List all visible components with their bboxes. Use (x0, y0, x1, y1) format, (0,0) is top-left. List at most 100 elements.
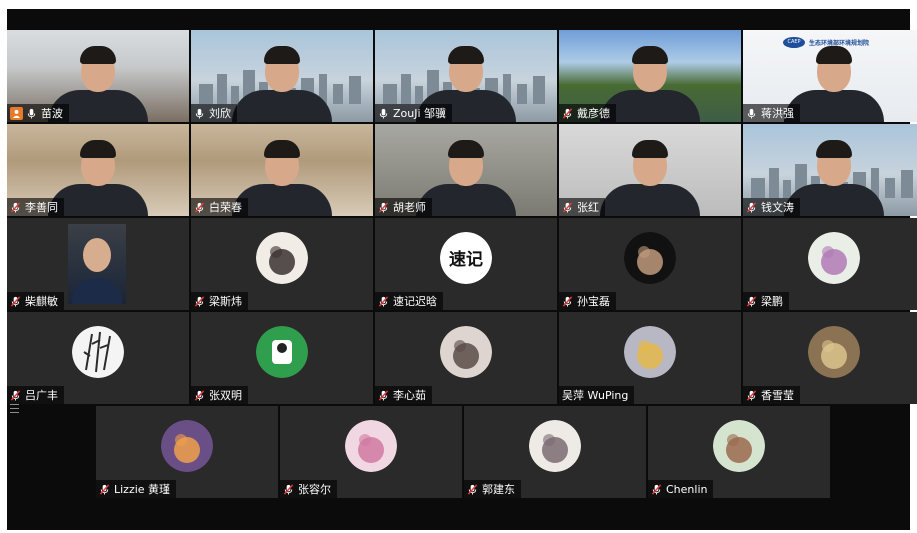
participant-tile[interactable]: 香雪莹 (743, 312, 917, 404)
participant-name: 吕广丰 (25, 389, 58, 402)
participant-tile[interactable]: 张容尔 (280, 406, 462, 498)
participant-tile[interactable]: Chenlin (648, 406, 830, 498)
participant-tile[interactable]: 梁斯炜 (191, 218, 373, 310)
muted-mic-icon (746, 295, 757, 307)
participant-tile[interactable]: ZouJi 邹骥 (375, 30, 557, 122)
participant-name: Lizzie 黄瑾 (114, 483, 171, 496)
participant-namebar: 苗波 (7, 104, 69, 122)
participant-tile[interactable]: 柴麒敏 (7, 218, 189, 310)
bamboo-avatar (72, 326, 124, 378)
couple-avatar (624, 232, 676, 284)
participant-name: 李心茹 (393, 389, 426, 402)
participant-namebar: 速记迟晗 (375, 292, 443, 310)
participant-tile[interactable]: 张红 (559, 124, 741, 216)
participant-name: 苗波 (41, 107, 63, 120)
participant-tile[interactable]: 刘欣 (191, 30, 373, 122)
participant-name: 速记迟晗 (393, 295, 437, 308)
muted-mic-icon (378, 389, 389, 401)
participant-namebar: 白荣春 (191, 198, 248, 216)
portrait-avatar (256, 232, 308, 284)
muted-mic-icon (562, 107, 573, 119)
participant-tile[interactable]: 吕广丰 (7, 312, 189, 404)
muted-mic-icon (99, 483, 110, 495)
participant-person (227, 44, 337, 122)
participant-namebar: Lizzie 黄瑾 (96, 480, 177, 498)
participant-name: 吴萍 WuPing (562, 389, 629, 402)
participant-tile[interactable]: 李心茹 (375, 312, 557, 404)
branch-avatar (529, 420, 581, 472)
girl-avatar (440, 326, 492, 378)
participant-name: 梁斯炜 (209, 295, 242, 308)
participant-namebar: 郭建东 (464, 480, 521, 498)
gallery-layout-icon[interactable] (10, 404, 19, 413)
participant-name: 刘欣 (209, 107, 231, 120)
muted-mic-icon (746, 201, 757, 213)
participant-namebar: 李善同 (7, 198, 64, 216)
participant-tile[interactable]: 速记速记迟晗 (375, 218, 557, 310)
participant-name: 白荣春 (209, 201, 242, 214)
jar-avatar (713, 420, 765, 472)
mic-icon (195, 108, 204, 119)
muted-mic-icon (10, 201, 21, 213)
participant-namebar: 吴萍 WuPing (559, 386, 635, 404)
mic-icon (747, 108, 756, 119)
participant-namebar: 李心茹 (375, 386, 432, 404)
participant-namebar: 胡老师 (375, 198, 432, 216)
participant-namebar: 张容尔 (280, 480, 337, 498)
participant-name: 戴彦德 (577, 107, 610, 120)
mic-icon (379, 108, 388, 119)
user-icon (10, 106, 23, 120)
participant-name: 张容尔 (298, 483, 331, 496)
participant-namebar: 张双明 (191, 386, 248, 404)
participant-name: 蒋洪强 (761, 107, 794, 120)
participant-tile[interactable]: CAEP 生态环境部环境规划院 蒋洪强 (743, 30, 917, 122)
participant-name: 张双明 (209, 389, 242, 402)
muted-mic-icon (194, 389, 205, 401)
flower-pink-avatar (345, 420, 397, 472)
participant-namebar: 柴麒敏 (7, 292, 64, 310)
meeting-gallery-view: 苗波 刘欣 ZouJi 邹骥 戴彦德 CAEP 生态环境部环境规划院 蒋洪强李善同 白荣春 胡老… (7, 9, 917, 530)
muted-mic-icon (283, 483, 294, 495)
participant-tile[interactable]: 苗波 (7, 30, 189, 122)
participant-name: 梁鹏 (761, 295, 783, 308)
profile-photo (68, 224, 126, 304)
participant-namebar: 梁斯炜 (191, 292, 248, 310)
participant-tile[interactable]: 戴彦德 (559, 30, 741, 122)
participant-namebar: 梁鹏 (743, 292, 789, 310)
cityscape-avatar (161, 420, 213, 472)
participant-namebar: Chenlin (648, 480, 714, 498)
participant-namebar: 张红 (559, 198, 605, 216)
participant-namebar: 钱文涛 (743, 198, 800, 216)
participant-namebar: 吕广丰 (7, 386, 64, 404)
participant-tile[interactable]: 胡老师 (375, 124, 557, 216)
participant-tile[interactable]: Lizzie 黄瑾 (96, 406, 278, 498)
participant-namebar: ZouJi 邹骥 (375, 104, 453, 122)
participant-tile[interactable]: 孙宝磊 (559, 218, 741, 310)
participant-tile[interactable]: 吴萍 WuPing (559, 312, 741, 404)
participant-name: 钱文涛 (761, 201, 794, 214)
participant-name: 孙宝磊 (577, 295, 610, 308)
sprout-avatar (808, 326, 860, 378)
muted-mic-icon (10, 389, 21, 401)
participant-tile[interactable]: 李善同 (7, 124, 189, 216)
svg-text:速记: 速记 (449, 249, 483, 270)
participant-person (595, 138, 705, 216)
participant-namebar: 蒋洪强 (743, 104, 800, 122)
participant-tile[interactable]: 白荣春 (191, 124, 373, 216)
participant-tile[interactable]: 梁鹏 (743, 218, 917, 310)
mic-icon (27, 108, 36, 119)
participant-name: 胡老师 (393, 201, 426, 214)
participant-name: 香雪莹 (761, 389, 794, 402)
cartoon-avatar (256, 326, 308, 378)
muted-mic-icon (194, 201, 205, 213)
muted-mic-icon (378, 201, 389, 213)
muted-mic-icon (746, 389, 757, 401)
participant-tile[interactable]: 钱文涛 (743, 124, 917, 216)
participant-name: 李善同 (25, 201, 58, 214)
muted-mic-icon (562, 295, 573, 307)
participant-namebar: 香雪莹 (743, 386, 800, 404)
participant-namebar: 刘欣 (191, 104, 237, 122)
participant-tile[interactable]: 张双明 (191, 312, 373, 404)
muted-mic-icon (378, 295, 389, 307)
participant-tile[interactable]: 郭建东 (464, 406, 646, 498)
